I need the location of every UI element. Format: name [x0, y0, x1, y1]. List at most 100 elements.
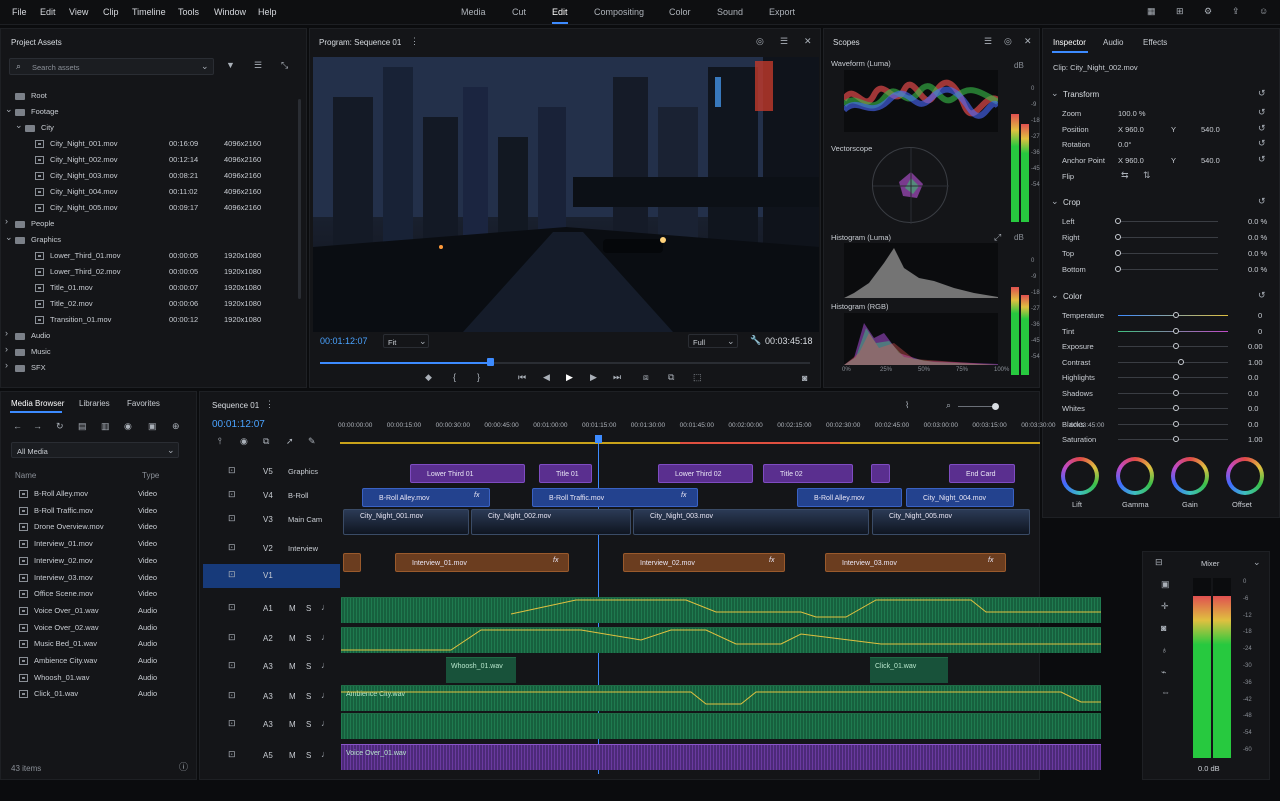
slider-knob[interactable]	[1173, 327, 1179, 334]
media-item[interactable]: Music Bed_01.wav Audio	[19, 637, 189, 651]
expand-icon[interactable]: ⤢	[994, 233, 1001, 242]
media-item[interactable]: Office Scene.mov Video	[19, 587, 189, 601]
media-filter-select[interactable]: All Media ⌄	[11, 442, 179, 458]
mark-out-icon[interactable]: }	[477, 373, 480, 382]
timeline-clip[interactable]: Title 01	[539, 464, 592, 483]
folder-row[interactable]: ⌄ Footage	[5, 105, 305, 119]
media-item[interactable]: B-Roll Traffic.mov Video	[19, 504, 189, 518]
highlights-value[interactable]: 0.0	[1248, 373, 1258, 382]
rotation-value[interactable]: 0.0°	[1118, 140, 1131, 149]
play-icon[interactable]: ▶	[566, 373, 573, 382]
whites-slider[interactable]	[1118, 405, 1228, 411]
mute-button[interactable]: M	[289, 634, 296, 643]
file-row[interactable]: Lower_Third_02.mov 00:00:05 1920x1080	[35, 265, 325, 279]
folder-row[interactable]: › Music	[5, 345, 305, 359]
select-tool-icon[interactable]: ➚	[286, 437, 294, 446]
position-x[interactable]: X 960.0	[1118, 125, 1144, 134]
scrub-bar[interactable]	[320, 358, 810, 366]
search-input[interactable]: ⌕ Search assets ⌄	[9, 58, 214, 75]
overwrite-icon[interactable]: ⧉	[668, 373, 674, 382]
highlights-slider[interactable]	[1118, 374, 1228, 380]
saturation-value[interactable]: 1.00	[1248, 435, 1263, 444]
lock-icon[interactable]: ⊡	[228, 691, 236, 700]
target-icon[interactable]: ◎	[1004, 37, 1012, 46]
microphone-icon[interactable]: ♩	[321, 661, 330, 670]
slider-knob[interactable]	[1173, 389, 1179, 396]
mark-in-icon[interactable]: {	[453, 373, 456, 382]
anchor-y[interactable]: 540.0	[1201, 156, 1220, 165]
workspace-edit[interactable]: Edit	[552, 7, 568, 24]
folder-row[interactable]: › SFX	[5, 361, 305, 375]
quality-select[interactable]: Full ⌄	[688, 334, 738, 348]
fit-select[interactable]: Fit ⌄	[383, 334, 429, 348]
slider-knob[interactable]	[1173, 436, 1179, 442]
user-icon[interactable]: ☺	[1259, 7, 1268, 16]
menu-window[interactable]: Window	[214, 7, 246, 17]
timeline-clip[interactable]: City_Night_001.mov	[343, 509, 469, 535]
microphone-icon[interactable]: ♩	[321, 691, 330, 700]
file-row[interactable]: Lower_Third_01.mov 00:00:05 1920x1080	[35, 249, 325, 263]
slider-knob[interactable]	[1115, 218, 1121, 224]
marker-icon[interactable]: ◆	[425, 373, 432, 382]
slider-knob[interactable]	[1178, 358, 1184, 365]
position-y[interactable]: 540.0	[1201, 125, 1220, 134]
menu-view[interactable]: View	[69, 7, 88, 17]
workspace-compositing[interactable]: Compositing	[594, 7, 644, 17]
mixer-tool-icon-4[interactable]: ♁	[1161, 646, 1168, 655]
razor-tool-icon[interactable]: ✎	[308, 437, 316, 446]
go-to-start-icon[interactable]: ⏮	[518, 373, 526, 382]
media-item[interactable]: Voice Over_02.wav Audio	[19, 621, 189, 635]
lock-icon[interactable]: ⊡	[228, 543, 236, 552]
saturation-slider[interactable]	[1118, 436, 1228, 442]
menu-edit[interactable]: Edit	[40, 7, 56, 17]
chevron-right-icon[interactable]: ›	[5, 329, 8, 338]
folder-row[interactable]: ⌄ City	[15, 121, 315, 135]
close-icon[interactable]: ✕	[1024, 37, 1032, 46]
timeline-clip[interactable]: B-Roll Alley.mov	[362, 488, 490, 507]
zoom-value[interactable]: 100.0 %	[1118, 109, 1146, 118]
visibility-icon[interactable]: ◉	[240, 437, 248, 446]
tab-audio[interactable]: Audio	[1103, 38, 1123, 47]
microphone-icon[interactable]: ♩	[321, 603, 330, 612]
file-row[interactable]: City_Night_004.mov 00:11:02 4096x2160	[35, 185, 325, 199]
file-row[interactable]: City_Night_005.mov 00:09:17 4096x2160	[35, 201, 325, 215]
lock-icon[interactable]: ⊡	[228, 719, 236, 728]
mute-button[interactable]: M	[289, 662, 296, 671]
media-item[interactable]: Drone Overview.mov Video	[19, 520, 189, 534]
media-item[interactable]: Whoosh_01.wav Audio	[19, 671, 189, 685]
solo-button[interactable]: S	[306, 604, 311, 613]
target-icon[interactable]: ◎	[756, 37, 764, 46]
thumbnail-icon[interactable]: ▣	[148, 422, 157, 431]
anchor-x[interactable]: X 960.0	[1118, 156, 1144, 165]
mixer-tool-icon-3[interactable]: ◙	[1161, 624, 1166, 633]
zoom-slider[interactable]	[958, 403, 999, 410]
timeline-clip[interactable]: Interview_02.mov	[623, 553, 785, 572]
workspace-cut[interactable]: Cut	[512, 7, 526, 17]
lock-icon[interactable]: ⊡	[228, 661, 236, 670]
gear-icon[interactable]: ⚙	[1204, 7, 1212, 16]
step-forward-icon[interactable]: ▶	[590, 373, 597, 382]
reset-icon[interactable]: ↺	[1258, 108, 1266, 117]
solo-button[interactable]: S	[306, 692, 311, 701]
step-back-icon[interactable]: ◀	[543, 373, 550, 382]
blacks-slider[interactable]	[1118, 420, 1228, 427]
menu-clip[interactable]: Clip	[103, 7, 119, 17]
flip-vertical-icon[interactable]: ⇅	[1143, 171, 1151, 180]
close-icon[interactable]: ✕	[804, 37, 812, 46]
timeline-clip[interactable]: Lower Third 01	[410, 464, 525, 483]
wrench-icon[interactable]: 🔧	[750, 336, 761, 345]
reset-icon[interactable]: ↺	[1258, 197, 1266, 206]
media-item[interactable]: Interview_01.mov Video	[19, 537, 189, 551]
solo-button[interactable]: S	[306, 662, 311, 671]
flip-horizontal-icon[interactable]: ⇆	[1121, 171, 1129, 180]
media-item[interactable]: B-Roll Alley.mov Video	[19, 487, 189, 501]
timeline-clip[interactable]: City_Night_004.mov	[906, 488, 1014, 507]
workspace-export[interactable]: Export	[769, 7, 795, 17]
slider-knob[interactable]	[1115, 234, 1121, 240]
video-frame[interactable]	[313, 57, 819, 332]
folder-row[interactable]: › Audio	[5, 329, 305, 343]
file-row[interactable]: Title_01.mov 00:00:07 1920x1080	[35, 281, 325, 295]
menu-file[interactable]: File	[12, 7, 27, 17]
fx-badge[interactable]: fx	[553, 557, 558, 564]
slider-knob[interactable]	[1173, 405, 1179, 411]
